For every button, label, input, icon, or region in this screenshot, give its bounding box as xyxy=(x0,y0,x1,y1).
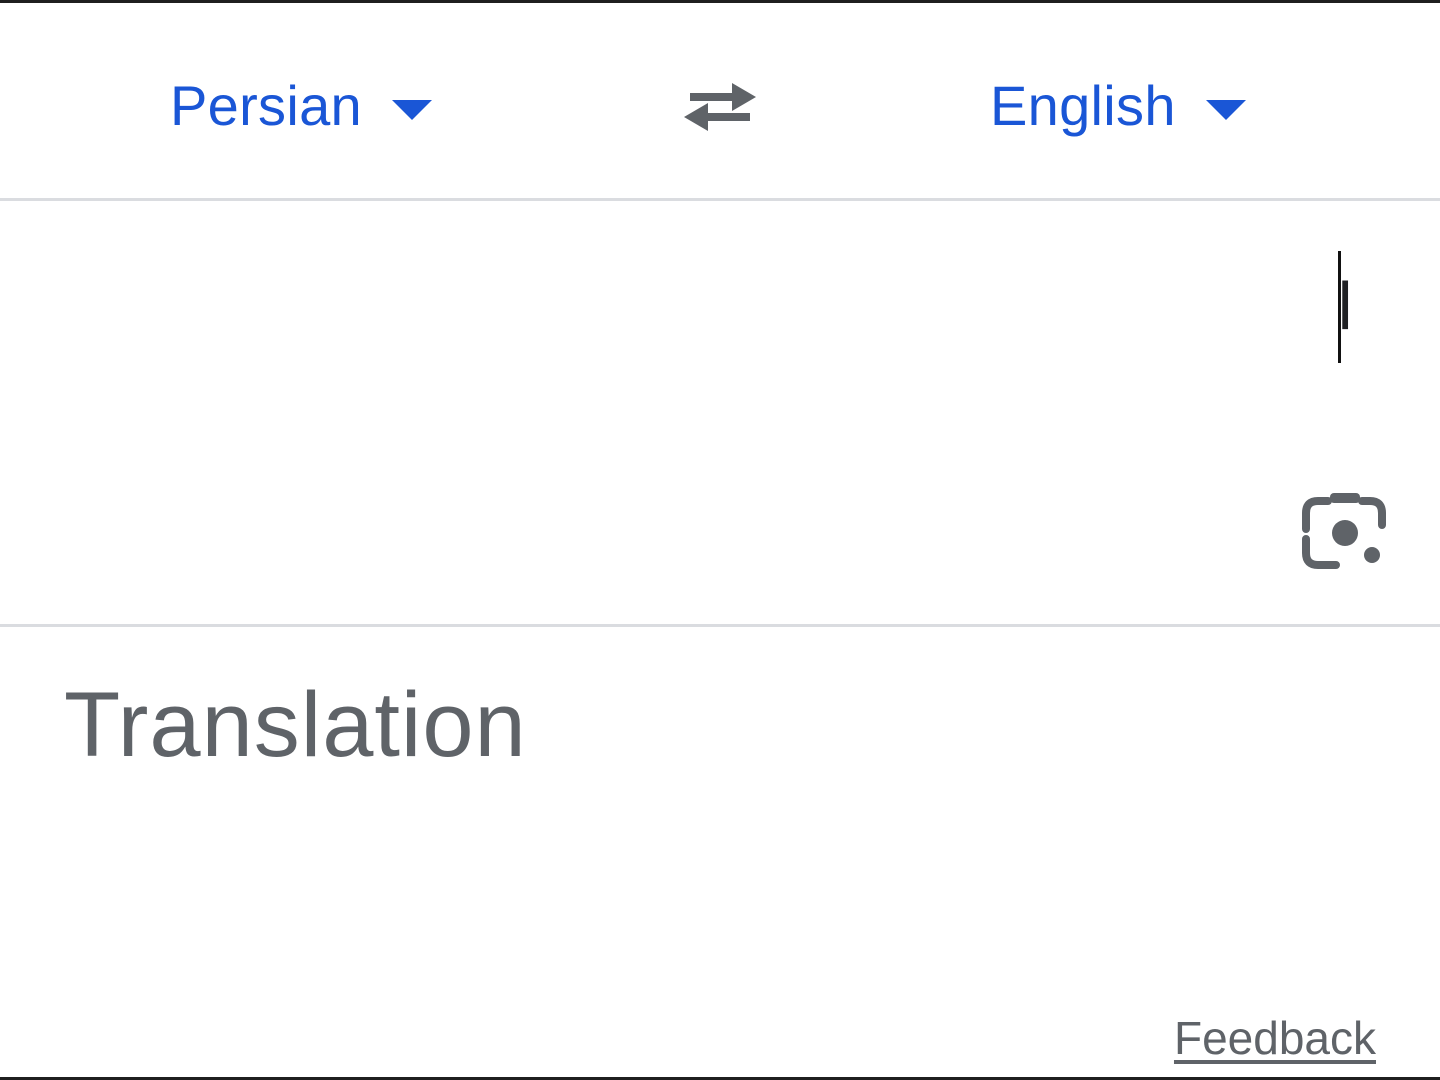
feedback-link[interactable]: Feedback xyxy=(1174,1011,1376,1065)
source-language-label: Persian xyxy=(170,73,362,137)
language-bar: Persian English xyxy=(0,3,1440,201)
caret-down-icon xyxy=(1205,100,1246,120)
swap-arrows-icon xyxy=(684,83,756,131)
translate-app: Persian English ا Translation Feedback xyxy=(0,0,1440,1080)
target-language-selector[interactable]: English xyxy=(990,65,1246,145)
source-text-area[interactable]: ا xyxy=(0,201,1440,627)
translation-placeholder: Translation xyxy=(64,674,527,776)
caret-down-icon xyxy=(391,100,432,120)
translation-area: Translation Feedback xyxy=(0,627,1440,1077)
target-language-label: English xyxy=(990,73,1176,137)
source-language-selector[interactable]: Persian xyxy=(170,65,432,145)
camera-translate-button[interactable] xyxy=(1300,489,1390,579)
swap-languages-button[interactable] xyxy=(674,69,766,145)
text-cursor xyxy=(1338,251,1341,363)
camera-lens-icon xyxy=(1302,493,1386,569)
